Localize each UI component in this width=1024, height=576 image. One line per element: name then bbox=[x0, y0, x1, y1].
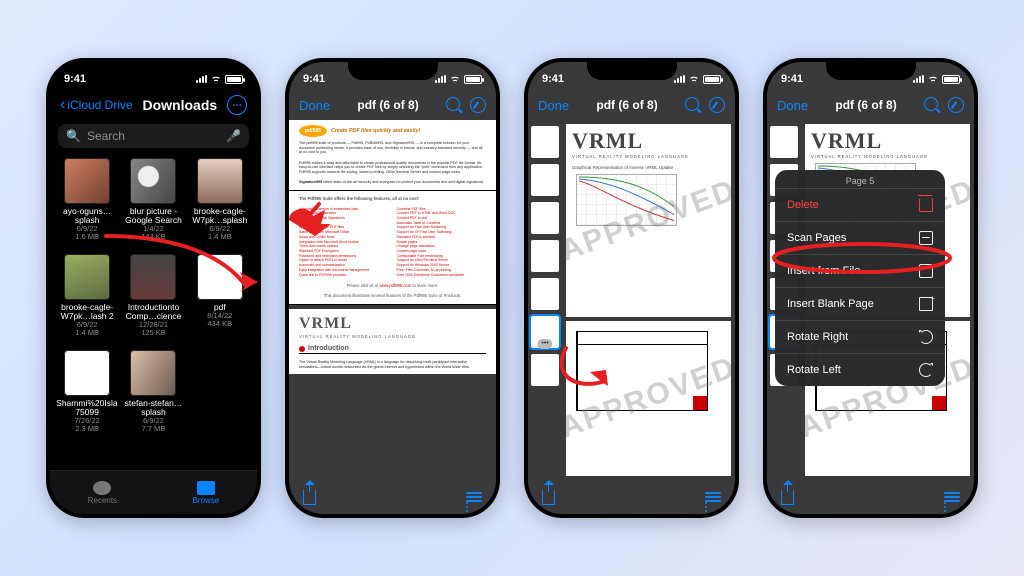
rotate-right-icon bbox=[919, 330, 933, 344]
file-item[interactable]: brooke-cagle-W7pk…lash 2 6/9/221.4 MB bbox=[56, 254, 118, 346]
page-thumbnail[interactable] bbox=[531, 164, 559, 196]
pdf-page[interactable]: APPROVED bbox=[566, 321, 731, 476]
file-item[interactable]: brooke-cagle-W7pk…splash 6/9/221.4 MB bbox=[189, 158, 251, 250]
cellular-icon bbox=[196, 75, 207, 83]
file-item[interactable]: pdf 8/14/22434 KB bbox=[189, 254, 251, 346]
files-grid: ayo-oguns…splash 6/9/221.6 MB blur pictu… bbox=[50, 152, 257, 470]
thumbnail-sidebar: ••• bbox=[528, 120, 562, 480]
page-title: Downloads bbox=[143, 97, 218, 113]
wifi-icon bbox=[210, 75, 222, 84]
page-thumbnail[interactable] bbox=[531, 240, 559, 272]
share-button[interactable] bbox=[542, 490, 555, 505]
trash-icon bbox=[919, 198, 933, 212]
rotate-left-icon bbox=[919, 363, 933, 377]
markup-icon[interactable] bbox=[470, 97, 486, 113]
menu-rotate-right[interactable]: Rotate Right bbox=[775, 320, 945, 353]
more-options-button[interactable]: ⋯ bbox=[227, 95, 247, 115]
phone-pdf-thumbs: 9:41 Done pdf (6 of 8) ••• bbox=[524, 58, 739, 518]
tab-recents[interactable]: Recents bbox=[88, 481, 117, 505]
pdf-page[interactable]: VRML VIRTUAL REALITY MODELING LANGUAGE G… bbox=[566, 124, 731, 317]
file-thumbnail bbox=[130, 350, 176, 396]
phone-files: 9:41 ‹ iCloud Drive Downloads ⋯ 🔍 Search… bbox=[46, 58, 261, 518]
chevron-left-icon: ‹ bbox=[60, 97, 65, 113]
tab-browse[interactable]: Browse bbox=[193, 481, 220, 505]
page-context-menu: Page 5 Delete Scan Pages Insert from Fil… bbox=[775, 170, 945, 386]
file-item[interactable]: Introductionto Comp…cience 12/28/21125 K… bbox=[122, 254, 184, 346]
scan-icon bbox=[919, 231, 933, 245]
context-menu-header: Page 5 bbox=[775, 170, 945, 188]
search-input[interactable]: 🔍 Search 🎤 bbox=[58, 124, 249, 148]
pdf-toolbar bbox=[289, 480, 496, 514]
markup-icon[interactable] bbox=[709, 97, 725, 113]
menu-scan-pages[interactable]: Scan Pages bbox=[775, 221, 945, 254]
status-time: 9:41 bbox=[64, 73, 86, 85]
page-thumbnail-selected[interactable]: ••• bbox=[531, 316, 559, 348]
file-thumbnail bbox=[130, 158, 176, 204]
thumbnails-button[interactable] bbox=[466, 492, 482, 502]
phone-pdf-scroll: 9:41 Done pdf (6 of 8) pdf995 Create PDF… bbox=[285, 58, 500, 518]
done-button[interactable]: Done bbox=[299, 98, 330, 113]
pdf995-logo: pdf995 bbox=[299, 125, 327, 137]
blank-page-icon bbox=[919, 297, 933, 311]
battery-icon bbox=[225, 75, 243, 84]
menu-insert-blank-page[interactable]: Insert Blank Page bbox=[775, 287, 945, 320]
pdf-page[interactable]: VRML VIRTUAL REALITY MODELING LANGUAGE I… bbox=[289, 309, 496, 375]
page-thumbnail[interactable] bbox=[531, 126, 559, 158]
share-button[interactable] bbox=[303, 490, 316, 505]
menu-delete[interactable]: Delete bbox=[775, 188, 945, 221]
file-item[interactable]: Shammi%20Islam%2…75099 7/26/222.3 MB bbox=[56, 350, 118, 442]
phone-pdf-context-menu: 9:41 Done pdf (6 of 8) ••• VRML bbox=[763, 58, 978, 518]
tab-bar: Recents Browse bbox=[50, 470, 257, 514]
page-thumbnail[interactable] bbox=[531, 354, 559, 386]
file-thumbnail bbox=[197, 254, 243, 300]
file-thumbnail bbox=[64, 350, 110, 396]
page-more-button[interactable]: ••• bbox=[537, 339, 552, 349]
thumbnails-button[interactable] bbox=[944, 492, 960, 502]
search-icon[interactable] bbox=[685, 97, 699, 111]
markup-icon[interactable] bbox=[948, 97, 964, 113]
files-navbar: ‹ iCloud Drive Downloads ⋯ bbox=[50, 90, 257, 120]
dictate-icon[interactable]: 🎤 bbox=[226, 129, 241, 143]
back-button[interactable]: ‹ iCloud Drive bbox=[60, 97, 133, 113]
menu-insert-from-file[interactable]: Insert from File bbox=[775, 254, 945, 287]
chart bbox=[576, 174, 677, 226]
search-icon[interactable] bbox=[446, 97, 460, 111]
back-label: iCloud Drive bbox=[67, 98, 132, 112]
thumbnails-button[interactable] bbox=[705, 492, 721, 502]
menu-rotate-left[interactable]: Rotate Left bbox=[775, 353, 945, 386]
pdf-title: pdf (6 of 8) bbox=[357, 98, 418, 112]
page-thumbnail[interactable] bbox=[770, 126, 798, 158]
page-thumbnail[interactable] bbox=[531, 202, 559, 234]
done-button[interactable]: Done bbox=[777, 98, 808, 113]
data-table bbox=[576, 331, 708, 411]
pdf-page[interactable]: pdf995 Create PDF files quickly and easi… bbox=[289, 120, 496, 305]
file-item[interactable]: ayo-oguns…splash 6/9/221.6 MB bbox=[56, 158, 118, 250]
file-item[interactable]: blur picture - Google Search 1/4/22143 K… bbox=[122, 158, 184, 250]
folder-icon bbox=[919, 264, 933, 278]
file-thumbnail bbox=[64, 158, 110, 204]
done-button[interactable]: Done bbox=[538, 98, 569, 113]
pdf-navbar: Done pdf (6 of 8) bbox=[289, 90, 496, 120]
page-thumbnail[interactable] bbox=[531, 278, 559, 310]
clock-icon bbox=[93, 481, 111, 495]
share-button[interactable] bbox=[781, 490, 794, 505]
folder-icon bbox=[197, 481, 215, 495]
file-thumbnail bbox=[197, 158, 243, 204]
search-icon[interactable] bbox=[924, 97, 938, 111]
search-placeholder: Search bbox=[87, 129, 125, 143]
file-thumbnail bbox=[64, 254, 110, 300]
file-thumbnail bbox=[130, 254, 176, 300]
search-icon: 🔍 bbox=[66, 129, 81, 143]
file-item[interactable]: stefan-stefan…splash 6/9/227.7 MB bbox=[122, 350, 184, 442]
